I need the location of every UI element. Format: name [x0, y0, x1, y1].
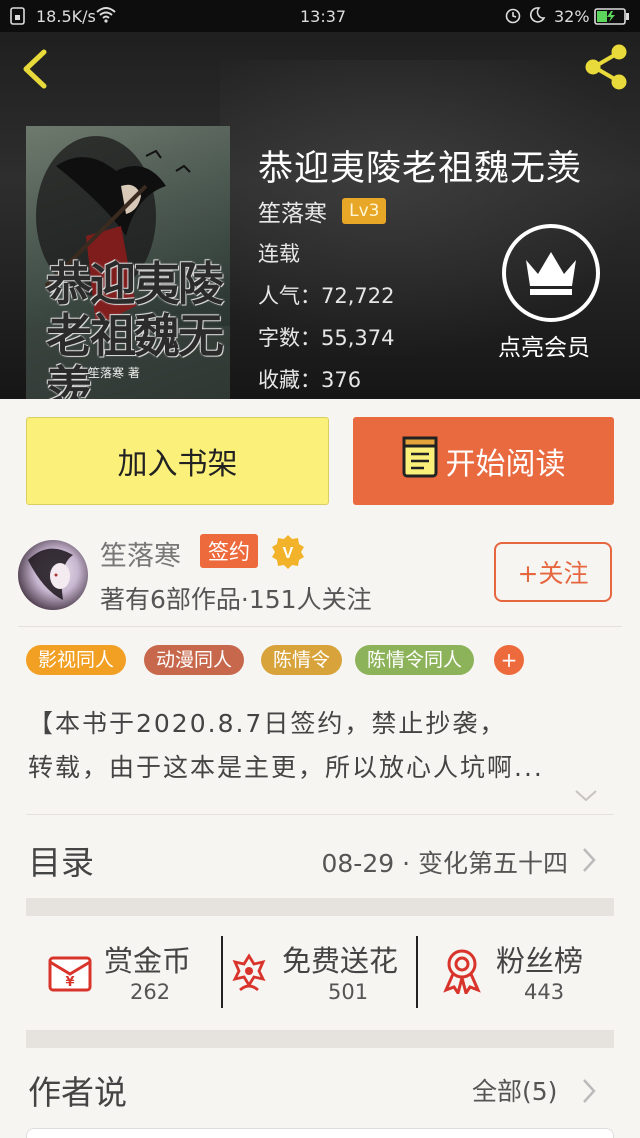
- author-works-followers: 著有6部作品·151人关注: [100, 585, 372, 614]
- add-to-shelf-button[interactable]: 加入书架: [26, 417, 329, 505]
- start-reading-label: 开始阅读: [445, 447, 566, 482]
- author-line: 笙落寒 Lv3: [258, 194, 387, 227]
- author-card: 笙落寒 签约 V 著有6部作品·151人关注 +关注: [18, 534, 620, 626]
- reward-coins-stat[interactable]: ¥ 赏金币 262: [46, 934, 216, 1012]
- section-separator: [26, 1030, 614, 1048]
- vip-button[interactable]: [502, 224, 600, 322]
- stat-label: 粉丝榜: [496, 944, 584, 978]
- battery-percent: 32%: [554, 7, 590, 26]
- author-note-card[interactable]: [26, 1128, 614, 1138]
- popularity: 人气：72,722: [258, 284, 395, 308]
- author-says-title: 作者说: [28, 1073, 127, 1112]
- follow-label: +关注: [517, 559, 589, 588]
- favorites: 收藏：376: [258, 368, 362, 392]
- book-cover[interactable]: 恭迎夷陵老祖魏无羡 笙落寒 著: [26, 126, 230, 399]
- book-title: 恭迎夷陵老祖魏无羡: [258, 149, 583, 189]
- view-all-label: 全部(5): [472, 1077, 558, 1106]
- battery-icon: [594, 8, 630, 29]
- stat-label: 赏金币: [104, 944, 192, 978]
- follow-button[interactable]: +关注: [494, 542, 612, 602]
- svg-text:¥: ¥: [65, 975, 74, 990]
- toc-label: 目录: [28, 843, 94, 882]
- view-all-link[interactable]: 全部(5): [472, 1072, 557, 1108]
- expand-chevron-icon[interactable]: [574, 788, 598, 808]
- author-name[interactable]: 笙落寒: [258, 201, 327, 227]
- back-button[interactable]: [14, 44, 58, 94]
- description-line: 【本书于2020.8.7日签约，禁止抄袭，: [28, 709, 507, 738]
- tag-item[interactable]: 动漫同人: [144, 645, 245, 675]
- avatar[interactable]: [18, 540, 88, 610]
- tag-item[interactable]: 影视同人: [26, 645, 127, 675]
- table-of-contents-row[interactable]: 目录 08-29 · 变化第五十四: [28, 832, 598, 886]
- clock: 13:37: [300, 7, 347, 26]
- book-description[interactable]: 【本书于2020.8.7日签约，禁止抄袭， 转载，由于这本是主更，所以放心人坑啊…: [28, 702, 618, 790]
- cover-author: 笙落寒 著: [88, 366, 140, 380]
- share-button[interactable]: [580, 42, 632, 92]
- stat-value: 443: [524, 980, 565, 1004]
- send-flowers-stat[interactable]: 免费送花 501: [230, 934, 415, 1012]
- stat-value: 501: [328, 980, 369, 1004]
- share-icon: [585, 44, 627, 90]
- description-line: 转载，由于这本是主更，所以放心人坑啊...: [28, 753, 544, 782]
- author-card-name[interactable]: 笙落寒: [100, 534, 181, 573]
- moon-icon: [528, 6, 546, 28]
- signed-badge: 签约: [200, 534, 258, 568]
- word-count: 字数：55,374: [258, 326, 395, 350]
- book-header: 18.5K/s 13:37 32% 恭迎夷陵老祖魏无羡 笙落寒 著 恭迎夷陵老祖…: [0, 0, 640, 399]
- divider: [26, 814, 614, 815]
- tag-item[interactable]: 陈情令: [261, 645, 343, 675]
- stat-value: 262: [130, 980, 171, 1004]
- section-separator: [26, 898, 614, 916]
- book-status: 连载: [258, 242, 300, 266]
- flower-icon: [230, 952, 268, 996]
- status-bar: 18.5K/s 13:37 32%: [0, 0, 640, 32]
- wifi-icon: [95, 5, 117, 27]
- tag-item[interactable]: 陈情令同人: [355, 645, 475, 675]
- chevron-right-icon: [580, 846, 598, 878]
- alarm-icon: [504, 6, 522, 28]
- book-icon: [402, 436, 438, 486]
- medal-icon: [440, 948, 484, 998]
- more-tags-button[interactable]: +: [494, 645, 524, 675]
- stat-divider: [416, 936, 418, 1008]
- fan-ranking-stat[interactable]: 粉丝榜 443: [440, 934, 610, 1012]
- vip-label[interactable]: 点亮会员: [498, 328, 590, 362]
- latest-chapter: 08-29 · 变化第五十四: [321, 849, 569, 878]
- red-envelope-icon: ¥: [46, 950, 94, 998]
- crown-icon: [526, 252, 576, 295]
- level-badge: Lv3: [342, 198, 387, 224]
- stat-label: 免费送花: [282, 944, 399, 978]
- stat-divider: [221, 936, 223, 1008]
- chevron-right-icon: [580, 1077, 598, 1109]
- sim-icon: [10, 7, 26, 29]
- divider: [18, 626, 622, 627]
- verified-icon: V: [270, 534, 306, 574]
- network-speed: 18.5K/s: [36, 7, 96, 26]
- add-to-shelf-label: 加入书架: [117, 447, 238, 482]
- start-reading-button[interactable]: 开始阅读: [353, 417, 614, 505]
- svg-text:V: V: [283, 545, 294, 562]
